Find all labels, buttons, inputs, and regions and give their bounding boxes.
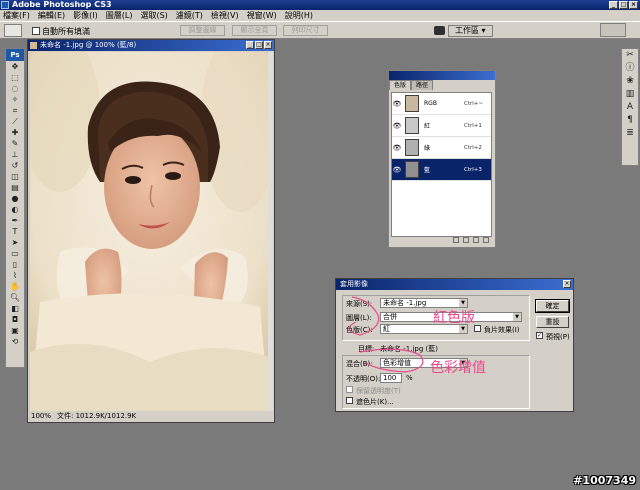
annotation-red-channel: 紅色版 (433, 310, 475, 326)
annotation-stroke-blend (359, 348, 424, 373)
annotation-multiply: 色彩增值 (430, 360, 486, 376)
annotation-stroke-source (348, 296, 380, 336)
annotation-strokes (348, 296, 424, 373)
watermark-text: #1007349 (573, 474, 636, 487)
